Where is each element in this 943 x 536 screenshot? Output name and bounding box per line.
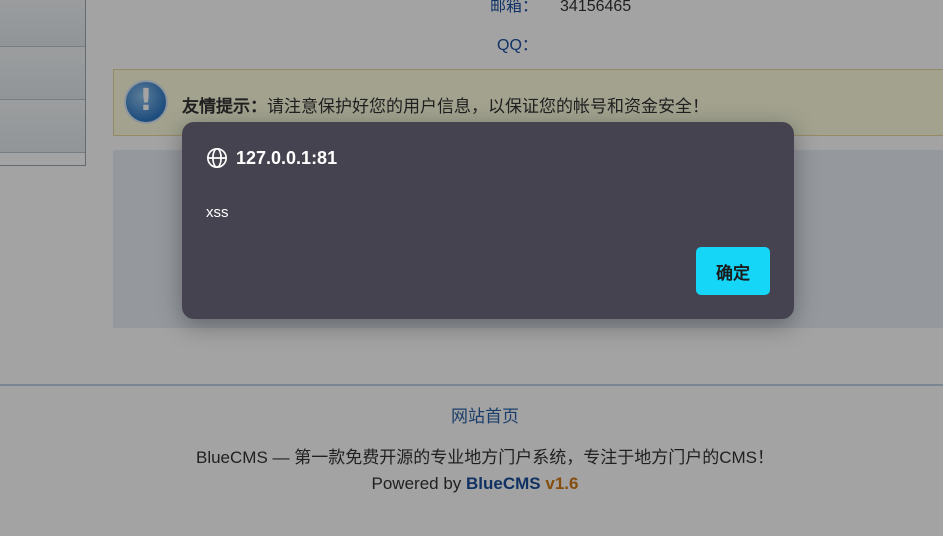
- ok-button[interactable]: 确定: [696, 247, 770, 295]
- globe-icon: [207, 148, 227, 168]
- dialog-message: xss: [206, 204, 229, 221]
- alert-dialog: 127.0.0.1:81 xss 确定: [182, 122, 794, 319]
- dialog-origin: 127.0.0.1:81: [236, 148, 338, 168]
